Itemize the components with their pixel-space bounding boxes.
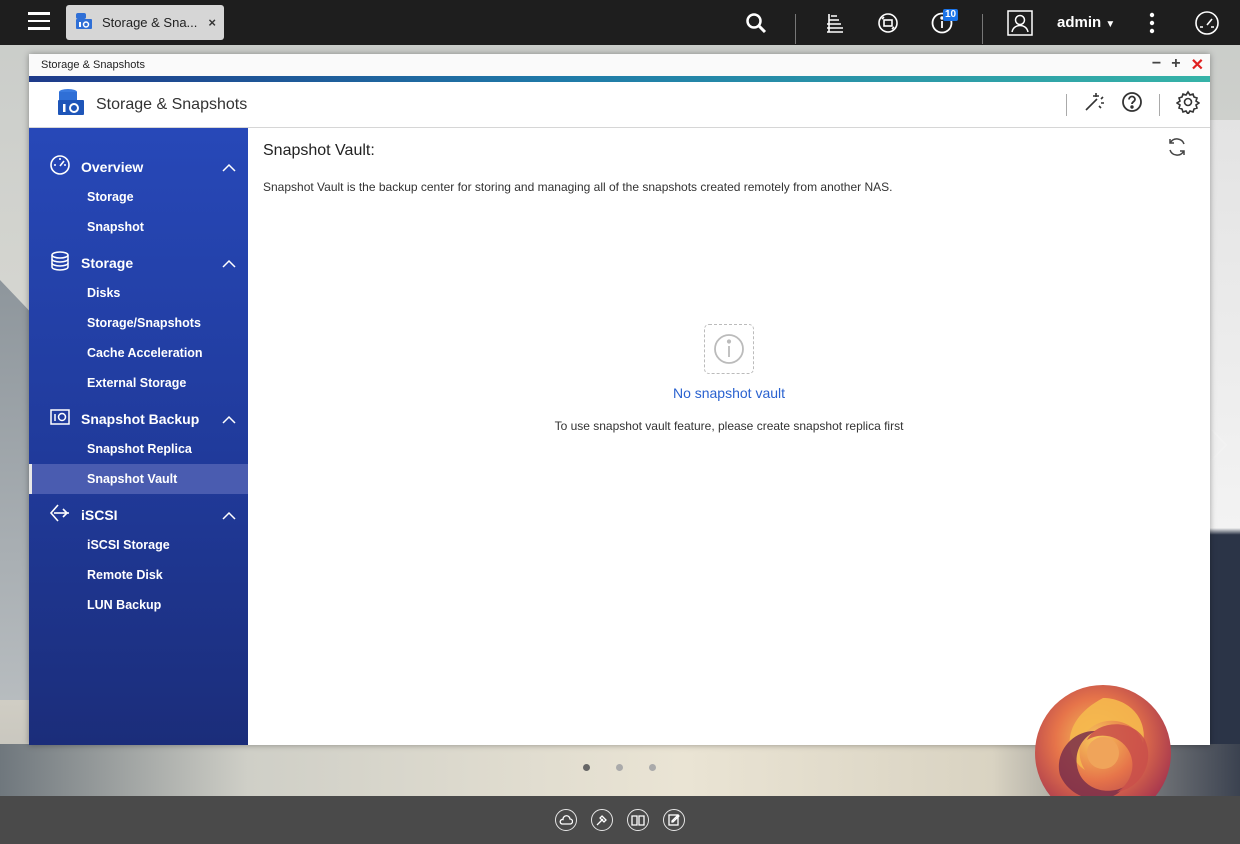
dashboard-icon	[49, 154, 71, 181]
sidebar-group-overview[interactable]: Overview	[29, 152, 248, 182]
sidebar-group-snapshot-backup[interactable]: Snapshot Backup	[29, 404, 248, 434]
sidebar-item-storage-snapshots[interactable]: Storage/Snapshots	[29, 308, 248, 338]
window-titlebar[interactable]: Storage & Snapshots − + ✕	[29, 54, 1210, 76]
settings-gear-icon[interactable]	[1175, 90, 1201, 119]
sidebar-group-iscsi[interactable]: iSCSI	[29, 500, 248, 530]
storage-app-icon	[74, 11, 94, 34]
empty-state-message: To use snapshot vault feature, please cr…	[554, 419, 904, 433]
page-title: Snapshot Vault:	[263, 142, 375, 159]
iscsi-icon	[49, 502, 71, 529]
sidebar-item-lun-backup[interactable]: LUN Backup	[29, 590, 248, 620]
sidebar-item-iscsi-storage[interactable]: iSCSI Storage	[29, 530, 248, 560]
database-icon	[49, 250, 71, 277]
minimize-icon[interactable]: −	[1152, 55, 1161, 75]
sidebar-item-external-storage[interactable]: External Storage	[29, 368, 248, 398]
close-icon[interactable]: ✕	[1191, 55, 1204, 75]
header-divider	[1159, 93, 1160, 116]
book-icon[interactable]	[627, 809, 649, 831]
page-description: Snapshot Vault is the backup center for …	[263, 180, 893, 194]
sidebar-item-disks[interactable]: Disks	[29, 278, 248, 308]
topbar-divider	[795, 14, 796, 44]
top-bar: Storage & Sna... × 10 admin ▼	[0, 0, 1240, 45]
notifications-icon[interactable]: 10	[929, 9, 959, 36]
user-menu[interactable]: admin ▼	[1057, 14, 1115, 31]
chevron-up-icon[interactable]	[222, 507, 236, 525]
chevron-up-icon[interactable]	[222, 159, 236, 177]
pager-dot[interactable]	[649, 764, 656, 771]
next-page-arrow-icon[interactable]	[1208, 428, 1230, 467]
pager-dot[interactable]	[583, 764, 590, 771]
topbar-divider	[982, 14, 983, 44]
notification-badge: 10	[943, 9, 959, 21]
sidebar-group-label: Storage	[81, 255, 134, 271]
sidebar-group-label: Snapshot Backup	[81, 411, 200, 427]
window-title: Storage & Snapshots	[41, 59, 145, 71]
pager-dot[interactable]	[616, 764, 623, 771]
search-icon[interactable]	[743, 10, 769, 36]
sidebar-item-remote-disk[interactable]: Remote Disk	[29, 560, 248, 590]
sidebar-item-snapshot-replica[interactable]: Snapshot Replica	[29, 434, 248, 464]
tab-close-icon[interactable]: ×	[208, 15, 216, 30]
sync-icon[interactable]	[875, 10, 901, 36]
cloud-icon[interactable]	[555, 809, 577, 831]
sidebar-item-cache-acceleration[interactable]: Cache Acceleration	[29, 338, 248, 368]
sidebar: Overview Storage Snapshot Storage Disks …	[29, 128, 248, 745]
desktop-dock	[0, 796, 1240, 844]
refresh-icon[interactable]	[1166, 136, 1188, 163]
maximize-icon[interactable]: +	[1171, 55, 1180, 75]
info-icon	[704, 324, 754, 374]
tab-label: Storage & Sna...	[102, 15, 198, 30]
tools-icon[interactable]	[591, 809, 613, 831]
sidebar-group-storage[interactable]: Storage	[29, 248, 248, 278]
sidebar-item-overview-snapshot[interactable]: Snapshot	[29, 212, 248, 242]
storage-app-icon	[56, 87, 86, 122]
help-icon[interactable]	[1121, 91, 1143, 118]
header-divider	[1066, 93, 1067, 116]
sidebar-group-label: Overview	[81, 159, 144, 175]
chevron-up-icon[interactable]	[222, 255, 236, 273]
magic-wand-icon[interactable]	[1083, 91, 1105, 118]
sidebar-item-snapshot-vault[interactable]: Snapshot Vault	[29, 464, 248, 494]
user-name: admin	[1057, 14, 1102, 31]
more-options-icon[interactable]	[1139, 10, 1165, 36]
app-window: Storage & Snapshots − + ✕ Storage & Snap…	[29, 54, 1210, 745]
snapshot-backup-icon	[49, 406, 71, 433]
empty-state-title: No snapshot vault	[672, 385, 786, 401]
background-tasks-icon[interactable]	[822, 10, 848, 36]
sidebar-item-overview-storage[interactable]: Storage	[29, 182, 248, 212]
app-title: Storage & Snapshots	[96, 95, 248, 113]
main-menu-icon[interactable]	[28, 12, 50, 32]
user-avatar-icon[interactable]	[1007, 10, 1033, 36]
main-content: Snapshot Vault: Snapshot Vault is the ba…	[248, 128, 1210, 745]
sidebar-group-label: iSCSI	[81, 507, 118, 523]
dashboard-gauge-icon[interactable]	[1194, 10, 1220, 36]
notes-icon[interactable]	[663, 809, 685, 831]
app-header: Storage & Snapshots	[29, 82, 1210, 128]
app-tab-storage[interactable]: Storage & Sna... ×	[66, 5, 224, 40]
chevron-down-icon: ▼	[1105, 19, 1116, 30]
chevron-up-icon[interactable]	[222, 411, 236, 429]
desktop-pager	[583, 764, 656, 771]
